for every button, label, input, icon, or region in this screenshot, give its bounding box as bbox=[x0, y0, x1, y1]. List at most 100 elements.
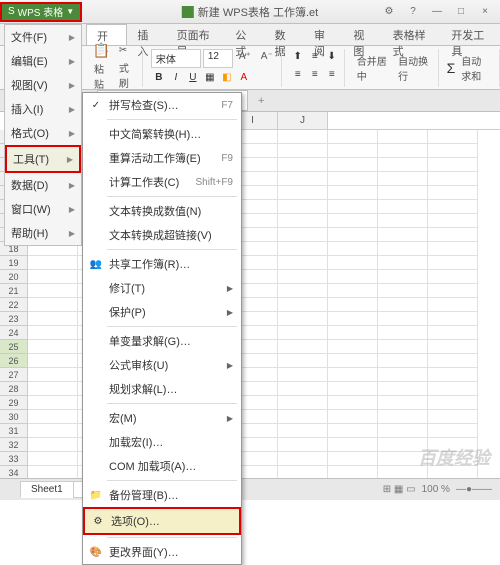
font-select[interactable]: 宋体 bbox=[151, 49, 201, 68]
cell[interactable] bbox=[428, 410, 478, 424]
menu-item[interactable]: 帮助(H)▶ bbox=[5, 221, 81, 245]
align-right-icon[interactable]: ≡ bbox=[324, 67, 340, 83]
cell[interactable] bbox=[278, 452, 328, 466]
cell[interactable] bbox=[328, 368, 378, 382]
row-header[interactable]: 22 bbox=[0, 298, 28, 312]
cell[interactable] bbox=[328, 200, 378, 214]
cell[interactable] bbox=[428, 228, 478, 242]
cell[interactable] bbox=[428, 396, 478, 410]
row-header[interactable]: 29 bbox=[0, 396, 28, 410]
cell[interactable] bbox=[278, 340, 328, 354]
menu-item[interactable]: 窗口(W)▶ bbox=[5, 197, 81, 221]
cell[interactable] bbox=[428, 424, 478, 438]
cell[interactable] bbox=[378, 354, 428, 368]
cell[interactable] bbox=[278, 438, 328, 452]
row-header[interactable]: 33 bbox=[0, 452, 28, 466]
cell[interactable] bbox=[328, 424, 378, 438]
align-mid-icon[interactable]: ≡ bbox=[307, 49, 323, 65]
ribbon-tab[interactable]: 插入 bbox=[127, 24, 166, 45]
cell[interactable] bbox=[328, 242, 378, 256]
row-header[interactable]: 24 bbox=[0, 326, 28, 340]
submenu-item[interactable]: 中文简繁转换(H)… bbox=[83, 122, 241, 146]
cell[interactable] bbox=[328, 256, 378, 270]
submenu-item[interactable]: COM 加载项(A)… bbox=[83, 454, 241, 478]
cell[interactable] bbox=[328, 158, 378, 172]
cell[interactable] bbox=[278, 144, 328, 158]
cell[interactable] bbox=[428, 298, 478, 312]
cell[interactable] bbox=[328, 354, 378, 368]
cell[interactable] bbox=[428, 326, 478, 340]
cut-icon[interactable]: ✂ bbox=[115, 43, 138, 58]
app-menu-button[interactable]: S WPS 表格 ▼ bbox=[0, 2, 82, 22]
menu-item[interactable]: 工具(T)▶ bbox=[5, 145, 81, 173]
menu-item[interactable]: 格式(O)▶ bbox=[5, 121, 81, 145]
align-top-icon[interactable]: ⬆ bbox=[290, 49, 306, 65]
cell[interactable] bbox=[428, 284, 478, 298]
row-header[interactable]: 21 bbox=[0, 284, 28, 298]
settings-icon[interactable]: ⚙ bbox=[378, 4, 400, 20]
cell[interactable] bbox=[28, 410, 78, 424]
cell[interactable] bbox=[278, 172, 328, 186]
cell[interactable] bbox=[28, 396, 78, 410]
submenu-item[interactable]: ⚙选项(O)… bbox=[83, 507, 241, 535]
cell[interactable] bbox=[328, 214, 378, 228]
align-left-icon[interactable]: ≡ bbox=[290, 67, 306, 83]
menu-item[interactable]: 数据(D)▶ bbox=[5, 173, 81, 197]
align-bot-icon[interactable]: ⬇ bbox=[324, 49, 340, 65]
row-header[interactable]: 26 bbox=[0, 354, 28, 368]
submenu-item[interactable]: 单变量求解(G)… bbox=[83, 329, 241, 353]
cell[interactable] bbox=[328, 382, 378, 396]
cell[interactable] bbox=[378, 256, 428, 270]
cell[interactable] bbox=[328, 410, 378, 424]
italic-button[interactable]: I bbox=[168, 70, 184, 86]
cell[interactable] bbox=[328, 438, 378, 452]
cell[interactable] bbox=[328, 130, 378, 144]
submenu-item[interactable]: 👥共享工作簿(R)… bbox=[83, 252, 241, 276]
cell[interactable] bbox=[278, 186, 328, 200]
ribbon-tab[interactable]: 公式 bbox=[225, 24, 264, 45]
border-button[interactable]: ▦ bbox=[202, 70, 218, 86]
cell[interactable] bbox=[278, 368, 328, 382]
cell[interactable] bbox=[378, 242, 428, 256]
merge-button[interactable]: 合并居中 bbox=[353, 51, 392, 85]
cell[interactable] bbox=[328, 340, 378, 354]
cell[interactable] bbox=[428, 158, 478, 172]
format-brush[interactable]: 式刷 bbox=[115, 58, 138, 92]
submenu-item[interactable]: 文本转换成数值(N) bbox=[83, 199, 241, 223]
cell[interactable] bbox=[28, 438, 78, 452]
menu-item[interactable]: 编辑(E)▶ bbox=[5, 49, 81, 73]
cell[interactable] bbox=[28, 284, 78, 298]
cell[interactable] bbox=[428, 312, 478, 326]
sheet-tab[interactable]: Sheet1 bbox=[20, 481, 74, 498]
cell[interactable] bbox=[428, 186, 478, 200]
cell[interactable] bbox=[428, 354, 478, 368]
cell[interactable] bbox=[278, 424, 328, 438]
cell[interactable] bbox=[28, 312, 78, 326]
cell[interactable] bbox=[328, 172, 378, 186]
font-color-button[interactable]: A bbox=[236, 70, 252, 86]
wrap-button[interactable]: 自动换行 bbox=[394, 51, 433, 85]
submenu-item[interactable]: 重算活动工作簿(E)F9 bbox=[83, 146, 241, 170]
cell[interactable] bbox=[428, 382, 478, 396]
row-header[interactable]: 32 bbox=[0, 438, 28, 452]
cell[interactable] bbox=[28, 382, 78, 396]
cell[interactable] bbox=[278, 382, 328, 396]
minimize-button[interactable]: — bbox=[426, 4, 448, 20]
bold-button[interactable]: B bbox=[151, 70, 167, 86]
cell[interactable] bbox=[378, 326, 428, 340]
cell[interactable] bbox=[278, 410, 328, 424]
row-header[interactable]: 30 bbox=[0, 410, 28, 424]
cell[interactable] bbox=[378, 340, 428, 354]
cell[interactable] bbox=[378, 186, 428, 200]
row-header[interactable]: 20 bbox=[0, 270, 28, 284]
cell[interactable] bbox=[328, 312, 378, 326]
submenu-item[interactable]: 加载宏(I)… bbox=[83, 430, 241, 454]
row-header[interactable]: 19 bbox=[0, 256, 28, 270]
paste-icon[interactable]: 📋 bbox=[93, 42, 110, 59]
cell[interactable] bbox=[278, 284, 328, 298]
cell[interactable] bbox=[328, 298, 378, 312]
cell[interactable] bbox=[378, 172, 428, 186]
row-header[interactable]: 23 bbox=[0, 312, 28, 326]
decrease-font-icon[interactable]: A⁻ bbox=[257, 49, 277, 68]
cell[interactable] bbox=[378, 298, 428, 312]
